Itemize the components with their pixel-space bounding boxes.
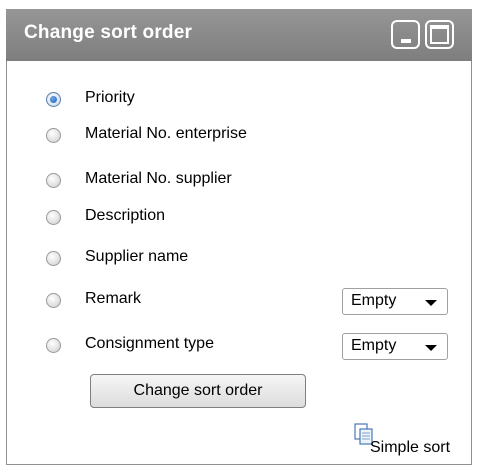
sort-option-consignment-type[interactable]: Consignment type Empty — [42, 333, 462, 360]
radio-material-enterprise[interactable] — [46, 128, 61, 143]
select-value: Empty — [351, 292, 397, 309]
maximize-button[interactable] — [425, 20, 454, 49]
option-label: Supplier name — [85, 248, 189, 265]
radio-material-supplier[interactable] — [46, 173, 61, 188]
option-label: Consignment type — [85, 335, 214, 352]
chevron-down-icon — [425, 345, 437, 351]
radio-supplier-name[interactable] — [46, 251, 61, 266]
remark-select[interactable]: Empty — [342, 288, 448, 315]
radio-remark[interactable] — [46, 293, 61, 308]
radio-consignment-type[interactable] — [46, 338, 61, 353]
panel-header: Change sort order — [6, 9, 472, 61]
minimize-icon — [401, 39, 411, 43]
radio-selected-dot — [50, 96, 57, 103]
option-label: Description — [85, 207, 166, 224]
consignment-type-select[interactable]: Empty — [342, 333, 448, 360]
option-label: Material No. supplier — [85, 170, 232, 187]
simple-sort-link[interactable]: Simple sort — [354, 423, 464, 457]
simple-sort-label: Simple sort — [370, 439, 451, 456]
option-label: Priority — [85, 89, 135, 106]
sort-option-material-supplier[interactable]: Material No. supplier — [42, 168, 462, 192]
sort-option-supplier-name[interactable]: Supplier name — [42, 246, 462, 270]
change-sort-order-button[interactable]: Change sort order — [90, 374, 306, 408]
chevron-down-icon — [425, 300, 437, 306]
minimize-button[interactable] — [391, 20, 420, 49]
option-label: Remark — [85, 290, 142, 307]
radio-description[interactable] — [46, 210, 61, 225]
sort-option-description[interactable]: Description — [42, 205, 462, 229]
option-label: Material No. enterprise — [85, 125, 247, 142]
sort-option-priority[interactable]: Priority — [42, 87, 462, 111]
select-value: Empty — [351, 337, 397, 354]
maximize-icon — [430, 25, 449, 44]
radio-priority[interactable] — [46, 92, 61, 107]
sort-option-material-enterprise[interactable]: Material No. enterprise — [42, 123, 462, 147]
panel-title: Change sort order — [24, 22, 193, 43]
sort-option-remark[interactable]: Remark Empty — [42, 288, 462, 315]
